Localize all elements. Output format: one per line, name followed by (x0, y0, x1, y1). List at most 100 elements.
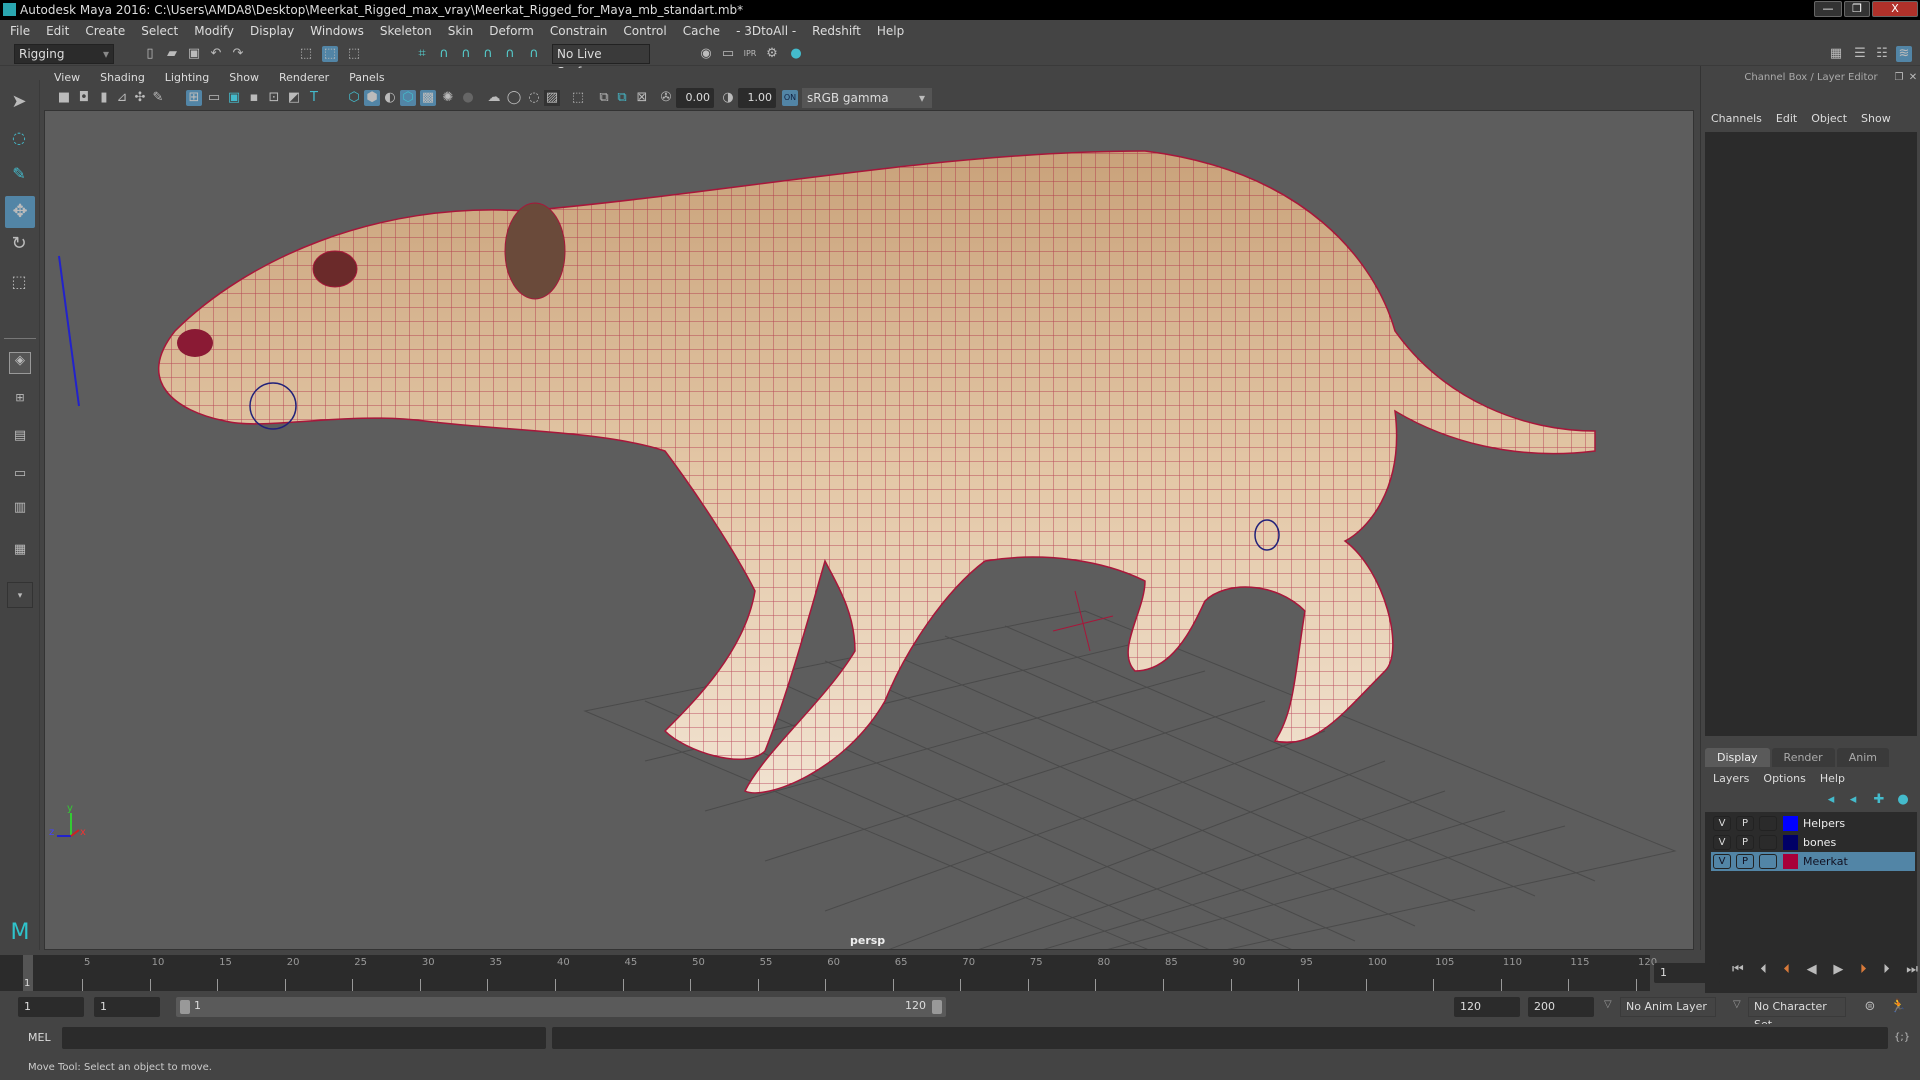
display-type-toggle[interactable] (1759, 816, 1777, 831)
layer-row-meerkat[interactable]: V P Meerkat (1711, 852, 1915, 871)
step-back-key-icon[interactable]: ⏴ (1784, 962, 1791, 984)
layer-name[interactable]: Meerkat (1803, 852, 1848, 871)
playback-start-field[interactable]: 1 (94, 997, 160, 1017)
tool-settings-icon[interactable]: ☷ (1874, 46, 1890, 62)
scale-tool-icon[interactable]: ⬚ (11, 274, 27, 290)
single-perspective-layout-icon[interactable]: ◈ (9, 352, 31, 374)
new-layer-selected-icon[interactable]: ● (1895, 792, 1911, 808)
cb-menu-object[interactable]: Object (1811, 112, 1847, 125)
four-view-layout-icon[interactable]: ⊞ (9, 390, 31, 412)
viewport-menu-view[interactable]: View (54, 71, 80, 84)
cb-menu-show[interactable]: Show (1861, 112, 1891, 125)
camera-attributes-icon[interactable]: ◘ (76, 90, 92, 106)
select-hierarchy-icon[interactable]: ⬚ (298, 46, 314, 62)
isolate-select-icon[interactable]: ⬚ (570, 90, 586, 106)
channel-box-toggle-icon[interactable]: ≋ (1896, 46, 1912, 62)
select-component-icon[interactable]: ⬚ (346, 46, 362, 62)
select-object-icon[interactable]: ⬚ (322, 46, 338, 62)
meerkat-mesh[interactable] (158, 150, 1596, 794)
script-editor-icon[interactable]: {;} (1894, 1030, 1910, 1046)
resolution-gate-icon[interactable]: ▣ (226, 90, 242, 106)
render-settings-icon[interactable]: ⚙ (764, 46, 780, 62)
exposure-field[interactable]: 0.00 (676, 88, 714, 108)
xray-icon[interactable]: ⧉ (596, 90, 612, 106)
menu-constrain[interactable]: Constrain (550, 24, 608, 38)
tab-anim[interactable]: Anim (1836, 748, 1889, 767)
playback-toggle[interactable]: P (1736, 816, 1754, 831)
attribute-editor-icon[interactable]: ☰ (1852, 46, 1868, 62)
layer-color-swatch[interactable] (1783, 854, 1798, 869)
menu-create[interactable]: Create (85, 24, 125, 38)
anim-layer-dropdown[interactable]: No Anim Layer (1620, 997, 1716, 1017)
go-to-start-icon[interactable]: ⏮ (1732, 962, 1744, 984)
playback-end-field[interactable]: 120 (1454, 997, 1520, 1017)
playback-toggle[interactable]: P (1736, 854, 1754, 869)
new-scene-icon[interactable]: ▯ (142, 46, 158, 62)
undo-icon[interactable]: ↶ (208, 46, 224, 62)
select-camera-icon[interactable]: ■ (56, 90, 72, 106)
color-management-toggle[interactable]: ON (782, 90, 798, 106)
menu-select[interactable]: Select (141, 24, 178, 38)
current-time-indicator[interactable]: 1 (23, 955, 33, 991)
visibility-toggle[interactable]: V (1713, 854, 1731, 869)
xray-active-components-icon[interactable]: ⧉ (614, 90, 630, 106)
playback-toggle[interactable]: P (1736, 835, 1754, 850)
redo-icon[interactable]: ↷ (230, 46, 246, 62)
layer-name[interactable]: bones (1803, 833, 1836, 852)
go-to-end-icon[interactable]: ⏭ (1906, 962, 1918, 984)
current-frame-value[interactable]: 1 (1654, 963, 1720, 983)
move-layer-up-icon[interactable]: ◂ (1823, 792, 1839, 808)
persp-graph-layout-icon[interactable]: ▭ (9, 466, 31, 492)
live-surface-field[interactable]: No Live Surface (552, 44, 650, 79)
safe-title-icon[interactable]: T (306, 90, 322, 106)
open-scene-icon[interactable]: ▰ (164, 46, 180, 62)
menu-control[interactable]: Control (623, 24, 666, 38)
character-set-dropdown[interactable]: No Character Set (1748, 997, 1846, 1031)
menu-edit[interactable]: Edit (46, 24, 69, 38)
cb-menu-edit[interactable]: Edit (1776, 112, 1797, 125)
mel-command-input[interactable] (62, 1027, 546, 1049)
visibility-toggle[interactable]: V (1713, 835, 1731, 850)
start-time-field[interactable]: 1 (18, 997, 84, 1017)
viewport-menu-shading[interactable]: Shading (100, 71, 145, 84)
time-slider[interactable]: 1 5 10 15 20 25 30 35 40 45 50 55 60 65 70 75 80 85 90 95 10… (0, 955, 1657, 991)
screen-space-ao-icon[interactable]: ☁ (486, 90, 502, 106)
paint-select-tool-icon[interactable]: ✎ (11, 166, 27, 182)
layer-menu-options[interactable]: Options (1763, 772, 1805, 785)
current-frame-field[interactable]: 1 (1654, 963, 1724, 983)
layer-menu-help[interactable]: Help (1820, 772, 1845, 785)
menu-cache[interactable]: Cache (683, 24, 720, 38)
viewport-menu-show[interactable]: Show (229, 71, 259, 84)
menuset-dropdown[interactable]: Rigging ▾ (14, 44, 114, 64)
motion-blur-icon[interactable]: ◯ (506, 90, 522, 106)
menu-help[interactable]: Help (877, 24, 904, 38)
hypershade-persp-layout-icon[interactable]: ▥ (9, 500, 31, 530)
snap-point-icon[interactable]: ∩ (458, 46, 474, 62)
exposure-icon[interactable]: ✇ (658, 90, 674, 106)
move-layer-down-icon[interactable]: ◂ (1845, 792, 1861, 808)
gate-mask-icon[interactable]: ▪ (246, 90, 262, 106)
grease-pencil-icon[interactable]: ✎ (150, 90, 166, 106)
wireframe-icon[interactable]: ⬡ (346, 90, 362, 106)
range-start-handle[interactable] (180, 1000, 190, 1014)
textured-icon[interactable]: ▩ (420, 90, 436, 106)
menu-file[interactable]: File (10, 24, 30, 38)
gamma-field[interactable]: 1.00 (738, 88, 776, 108)
menu-3dtoall[interactable]: - 3DtoAll - (736, 24, 796, 38)
xray-joints-icon[interactable]: ⊠ (634, 90, 650, 106)
play-backwards-icon[interactable]: ◀ (1807, 962, 1817, 984)
snap-grid-icon[interactable]: ⌗ (414, 46, 430, 62)
end-time-field[interactable]: 200 (1528, 997, 1594, 1017)
persp-outliner-graph-layout-icon[interactable]: ▦ (9, 542, 31, 568)
field-chart-icon[interactable]: ⊡ (266, 90, 282, 106)
layer-menu-layers[interactable]: Layers (1713, 772, 1749, 785)
safe-action-icon[interactable]: ◩ (286, 90, 302, 106)
menu-modify[interactable]: Modify (194, 24, 234, 38)
menu-skin[interactable]: Skin (448, 24, 474, 38)
snap-live-icon[interactable]: ∩ (526, 46, 542, 62)
close-button[interactable]: X (1872, 1, 1918, 17)
menu-skeleton[interactable]: Skeleton (380, 24, 432, 38)
cb-menu-channels[interactable]: Channels (1711, 112, 1762, 125)
layer-color-swatch[interactable] (1783, 816, 1798, 831)
visibility-toggle[interactable]: V (1713, 816, 1731, 831)
